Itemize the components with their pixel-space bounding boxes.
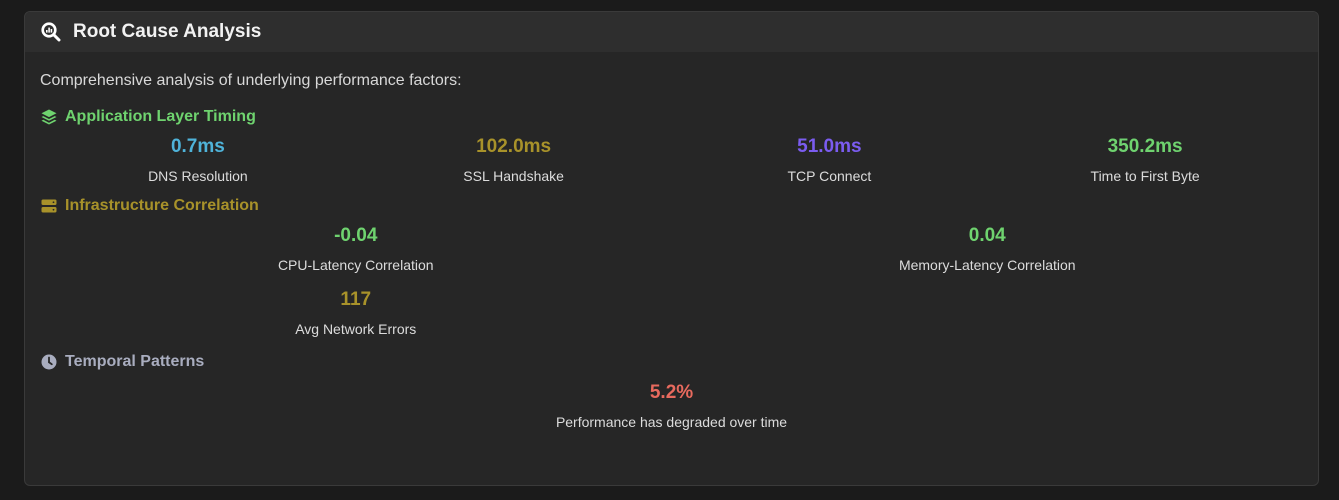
metric-dns-resolution: 0.7ms DNS Resolution: [40, 135, 356, 185]
metric-value: 51.0ms: [797, 136, 862, 157]
root-cause-card: Root Cause Analysis Comprehensive analys…: [24, 11, 1319, 486]
metric-ssl-handshake: 102.0ms SSL Handshake: [356, 135, 672, 185]
layers-icon: [40, 108, 58, 126]
metric-value: 0.7ms: [170, 136, 225, 157]
metric-label: Avg Network Errors: [295, 321, 417, 337]
card-title: Root Cause Analysis: [73, 21, 262, 42]
metric-label: Time to First Byte: [1090, 168, 1200, 184]
metric-performance-degradation: 5.2% Performance has degraded over time: [40, 381, 1303, 431]
metric-label: TCP Connect: [787, 168, 872, 184]
metric-value: 102.0ms: [476, 136, 552, 157]
clock-icon: [40, 353, 58, 371]
section-application-layer-timing: Application Layer Timing: [40, 106, 1303, 128]
metric-value: 5.2%: [649, 382, 694, 403]
metric-value: 117: [340, 289, 372, 310]
metric-avg-network-errors: 117 Avg Network Errors: [40, 288, 672, 338]
intro-text: Comprehensive analysis of underlying per…: [40, 72, 462, 89]
metric-label: DNS Resolution: [148, 168, 248, 184]
infra-metrics-row: -0.04 CPU-Latency Correlation 0.04 Memor…: [40, 224, 1303, 274]
metric-label: SSL Handshake: [463, 168, 564, 184]
metric-cpu-latency-correlation: -0.04 CPU-Latency Correlation: [40, 224, 672, 274]
server-icon: [40, 197, 58, 215]
metric-time-to-first-byte: 350.2ms Time to First Byte: [987, 135, 1303, 185]
temporal-metrics-row: 5.2% Performance has degraded over time: [40, 381, 1303, 431]
metric-value: 350.2ms: [1107, 136, 1183, 157]
metric-label: CPU-Latency Correlation: [277, 257, 434, 273]
section-title: Application Layer Timing: [65, 108, 256, 125]
card-header: Root Cause Analysis: [25, 12, 1318, 52]
metric-memory-latency-correlation: 0.04 Memory-Latency Correlation: [672, 224, 1304, 274]
infra-metrics-row-2: 117 Avg Network Errors: [40, 288, 1303, 338]
section-title: Infrastructure Correlation: [65, 197, 259, 214]
section-infrastructure-correlation: Infrastructure Correlation: [40, 195, 1303, 217]
metric-label: Memory-Latency Correlation: [898, 257, 1076, 273]
metric-tcp-connect: 51.0ms TCP Connect: [672, 135, 988, 185]
section-title: Temporal Patterns: [65, 353, 205, 370]
section-temporal-patterns: Temporal Patterns: [40, 351, 1303, 373]
card-body: Comprehensive analysis of underlying per…: [25, 52, 1318, 431]
magnifier-chart-icon: [41, 22, 61, 42]
app-metrics-row: 0.7ms DNS Resolution 102.0ms SSL Handsha…: [40, 135, 1303, 185]
metric-value: 0.04: [968, 225, 1006, 246]
metric-label: Performance has degraded over time: [555, 414, 788, 430]
metric-value: -0.04: [334, 225, 378, 246]
